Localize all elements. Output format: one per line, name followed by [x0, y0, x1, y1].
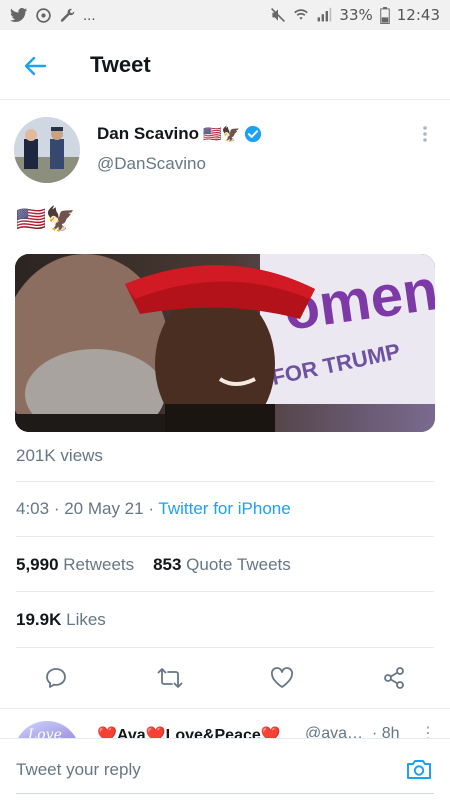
likes-stat[interactable]: 19.9K Likes: [16, 610, 106, 630]
share-button[interactable]: [380, 664, 408, 692]
tweet-time: 4:03: [16, 499, 50, 518]
likes-count: 19.9K: [16, 610, 62, 629]
reply-input[interactable]: [16, 749, 386, 791]
reply-input-underline: [16, 793, 434, 794]
retweets-label: Retweets: [63, 555, 135, 574]
quote-tweets-link[interactable]: 853 Quote Tweets: [153, 555, 291, 574]
reply-tweet-preview[interactable]: Love ❤️Ava❤️Love&Peace❤️ @ava… · 8h ⋮: [0, 708, 450, 738]
author-name[interactable]: Dan Scavino 🇺🇸🦅: [97, 124, 262, 144]
reply-button[interactable]: [42, 664, 70, 692]
quotes-count: 853: [153, 555, 182, 574]
author-avatar[interactable]: [14, 117, 80, 183]
heart-icon: [271, 667, 293, 688]
tweet-video[interactable]: omen FOR TRUMP: [15, 254, 435, 432]
divider: [16, 536, 434, 537]
wifi-icon: [294, 9, 309, 20]
tweet-source-link[interactable]: Twitter for iPhone: [158, 499, 290, 518]
sync-icon: [36, 7, 51, 23]
tweet-meta: 4:03 · 20 May 21 · Twitter for iPhone: [16, 499, 291, 519]
view-count: 201K views: [16, 446, 103, 465]
back-button[interactable]: [20, 52, 50, 80]
meta-separator: ·: [49, 499, 65, 518]
status-overflow: ...: [83, 6, 96, 24]
tweet-text-content: 🇺🇸🦅: [16, 205, 76, 233]
video-thumbnail: omen FOR TRUMP: [15, 254, 435, 432]
status-notifications: ...: [10, 7, 96, 24]
more-vertical-icon: [423, 126, 427, 142]
clock: 12:43: [396, 6, 440, 24]
share-icon: [384, 667, 404, 689]
divider: [16, 647, 434, 648]
battery-percent: 33%: [339, 6, 373, 24]
retweet-button[interactable]: [156, 664, 184, 692]
retweet-icon: [157, 668, 183, 688]
reply-avatar-text: Love: [28, 727, 62, 738]
battery-icon: [380, 6, 390, 24]
more-options-button[interactable]: [416, 122, 434, 146]
verified-badge-icon: [245, 125, 262, 143]
reply-author-name[interactable]: ❤️Ava❤️Love&Peace❤️: [97, 725, 281, 738]
camera-button[interactable]: [404, 755, 434, 783]
reply-author-handle: @ava…: [305, 725, 364, 738]
reply-composer: [0, 738, 450, 800]
twitter-icon: [10, 7, 28, 22]
reply-avatar[interactable]: Love: [14, 721, 80, 738]
back-arrow-icon: [24, 56, 47, 76]
mute-icon: [271, 8, 286, 22]
meta-separator: ·: [143, 499, 159, 518]
divider: [16, 481, 434, 482]
avatar-photo: [14, 117, 80, 183]
status-bar: ... 33% 12:43: [0, 0, 450, 30]
retweets-count: 5,990: [16, 555, 59, 574]
author-handle[interactable]: @DanScavino: [97, 154, 206, 174]
status-system: 33% 12:43: [270, 6, 440, 24]
wrench-icon: [60, 8, 75, 22]
author-name-emoji: 🇺🇸🦅: [203, 126, 241, 143]
divider: [16, 591, 434, 592]
reply-more-options[interactable]: ⋮: [420, 723, 436, 738]
camera-icon: [407, 760, 431, 779]
quotes-label: Quote Tweets: [186, 555, 291, 574]
reply-timestamp: · 8h: [372, 725, 400, 738]
author-name-text: Dan Scavino: [97, 124, 200, 143]
engagement-stats: 5,990 Retweets 853 Quote Tweets: [16, 555, 291, 575]
signal-icon: [318, 7, 332, 22]
tweet-date: 20 May 21: [64, 499, 144, 518]
like-button[interactable]: [268, 664, 296, 692]
tweet-actions: [0, 656, 450, 700]
tweet-text: 🇺🇸🦅: [16, 204, 76, 234]
retweets-link[interactable]: 5,990 Retweets: [16, 555, 134, 574]
likes-label: Likes: [66, 610, 106, 629]
reply-icon: [46, 668, 66, 688]
page-title: Tweet: [90, 52, 151, 77]
top-bar: Tweet: [0, 30, 450, 100]
